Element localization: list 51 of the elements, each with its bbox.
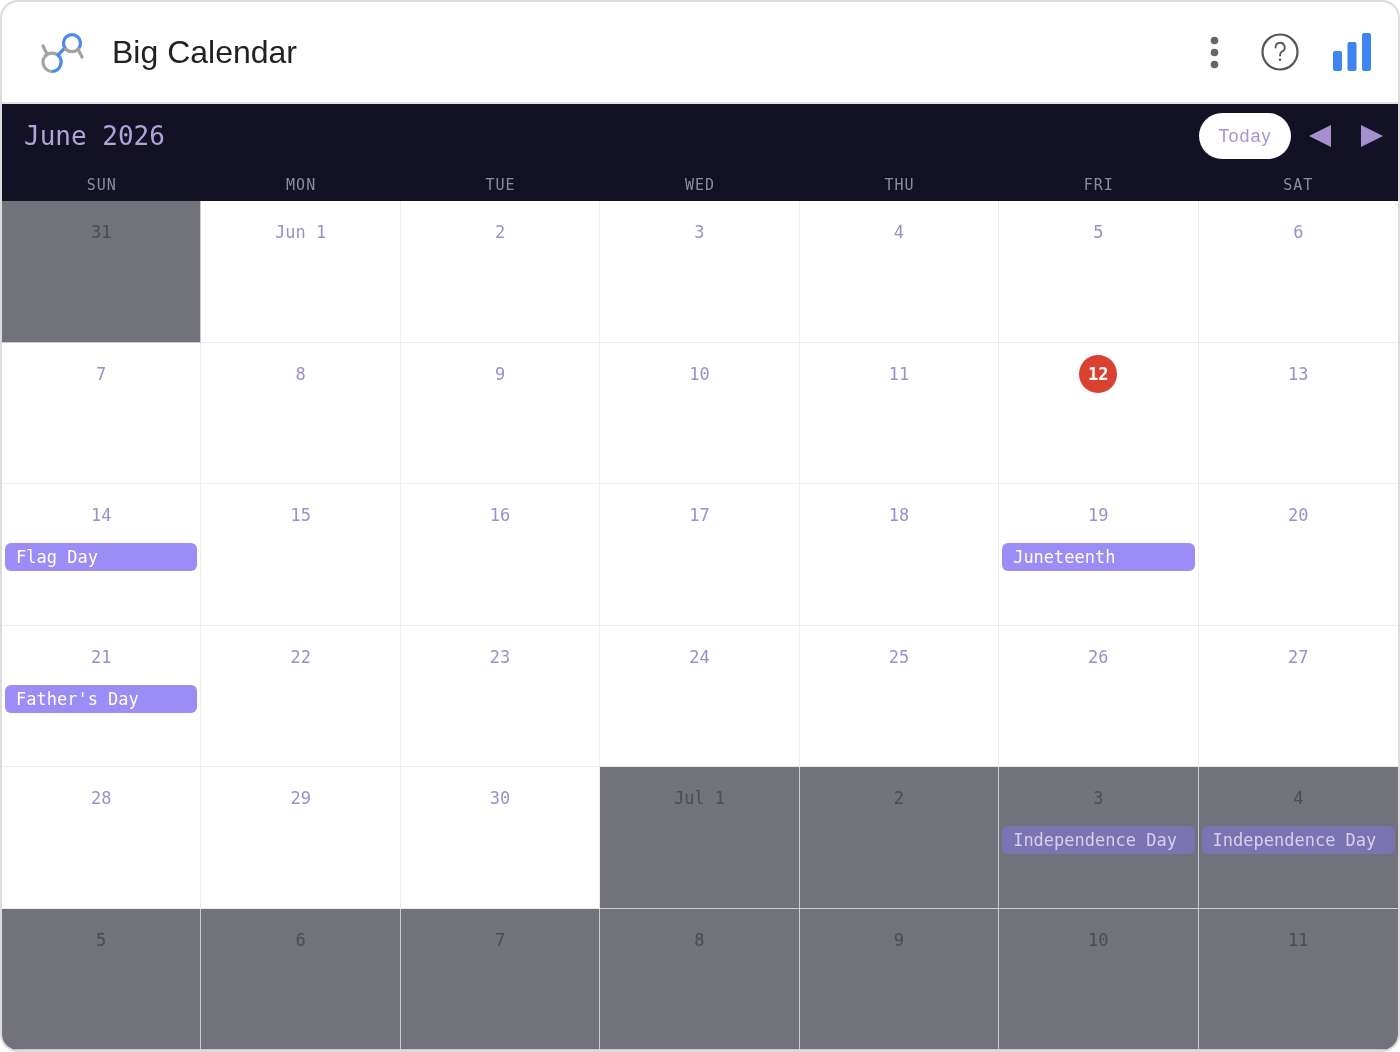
day-number[interactable]: 23 xyxy=(489,645,511,668)
day-number[interactable]: 19 xyxy=(1088,504,1109,526)
day-number[interactable]: 16 xyxy=(489,504,511,526)
day-number[interactable]: 24 xyxy=(689,645,710,668)
weekday-label: SUN xyxy=(86,175,117,194)
day-number[interactable]: 13 xyxy=(1288,362,1309,385)
day-number[interactable]: 11 xyxy=(888,362,910,385)
event[interactable]: Independence Day xyxy=(1002,826,1195,854)
day-number[interactable]: 7 xyxy=(96,362,107,385)
left-triangle-icon[interactable] xyxy=(1309,125,1331,147)
day-number[interactable]: 29 xyxy=(290,787,311,809)
day-number[interactable]: 17 xyxy=(689,504,710,526)
day-number[interactable]: 20 xyxy=(1288,504,1309,526)
event[interactable]: Juneteenth xyxy=(1002,543,1195,571)
bar-chart-icon[interactable] xyxy=(1333,33,1371,71)
weekday-label: THU xyxy=(884,175,915,194)
today-button[interactable]: Today xyxy=(1199,113,1291,159)
day-number[interactable]: 28 xyxy=(90,787,112,809)
day-number[interactable]: 12 xyxy=(1079,354,1118,393)
event[interactable]: Father's Day xyxy=(5,684,198,713)
day-number[interactable]: 3 xyxy=(694,221,705,243)
day-number[interactable]: 9 xyxy=(494,362,506,385)
weekday-label: MON xyxy=(286,175,317,194)
help-icon[interactable] xyxy=(1261,33,1299,71)
day-number[interactable]: 30 xyxy=(489,787,511,809)
logo-icon xyxy=(39,30,85,74)
weekday-label: WED xyxy=(684,175,716,194)
weekday-label: FRI xyxy=(1083,175,1114,194)
day-number[interactable]: 2 xyxy=(494,221,506,243)
day-number[interactable]: 6 xyxy=(1293,221,1304,243)
app-title: Big Calendar xyxy=(112,33,297,71)
day-number[interactable]: 26 xyxy=(1088,645,1109,668)
event[interactable]: Independence Day xyxy=(1201,826,1395,854)
month-title: June 2026 xyxy=(24,121,165,151)
day-number[interactable]: 25 xyxy=(888,645,910,668)
day-number[interactable]: 5 xyxy=(1093,221,1104,243)
event[interactable]: Flag Day xyxy=(5,543,198,571)
day-number[interactable]: 4 xyxy=(893,221,905,243)
day-number[interactable]: Jun 1 xyxy=(275,221,327,243)
weekday-label: TUE xyxy=(485,175,516,194)
weekday-label: SAT xyxy=(1283,175,1314,194)
right-triangle-icon[interactable] xyxy=(1361,125,1383,147)
day-number[interactable]: 27 xyxy=(1288,645,1309,668)
day-number[interactable]: 22 xyxy=(290,645,311,668)
day-number[interactable]: 18 xyxy=(888,504,910,526)
day-number[interactable]: 8 xyxy=(295,362,306,385)
day-number[interactable]: 21 xyxy=(90,645,112,668)
day-number[interactable]: 15 xyxy=(290,504,311,526)
kebab-menu-icon[interactable] xyxy=(1210,35,1219,69)
day-number[interactable]: 14 xyxy=(90,504,112,526)
day-number[interactable]: 10 xyxy=(689,362,710,385)
